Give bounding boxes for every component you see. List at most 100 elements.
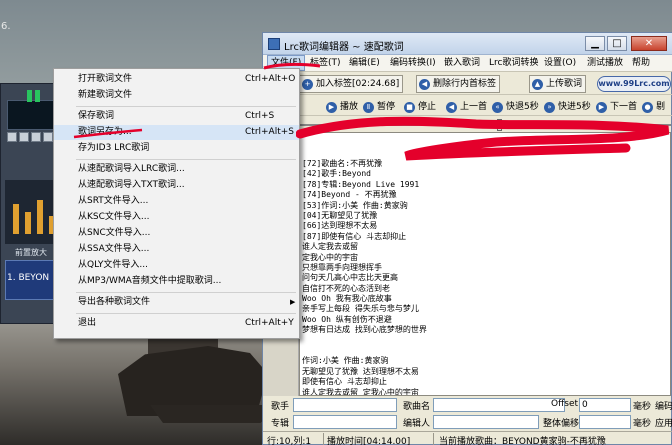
file-menu-item[interactable]: 存为ID3 LRC歌词 [54,141,299,156]
menu-separator [76,159,296,160]
file-menu-item[interactable]: 保存歌词 Ctrl+S [54,109,299,124]
player-button[interactable] [19,132,29,142]
maximize-button[interactable]: □ [607,36,627,51]
player-display [7,100,55,130]
lyrics-line: Woo Oh 纵有创伤不退避 [302,314,392,324]
player-button[interactable] [43,132,53,142]
file-menu-item-label: 存为ID3 LRC歌词 [78,143,150,153]
file-menu-item-label: 从速配歌词导入TXT歌词... [78,180,185,190]
menu-encoding[interactable]: 编码转换(I) [387,55,439,71]
album-label: 专辑 [271,419,290,429]
editor-label: 编辑人 [403,419,431,429]
player-spectrum [27,90,32,102]
file-menu-item[interactable]: 从速配歌词导入LRC歌词... [54,162,299,177]
lyrics-line: [04]无聊望见了犹豫 [302,210,378,220]
offset-unit: 毫秒 [633,402,652,412]
file-menu-item-shortcut: Ctrl+Alt+Y [245,318,294,328]
file-menu-item-label: 导出各种歌词文件 [78,297,151,307]
file-menu-item[interactable]: 从KSC文件导入... [54,210,299,225]
close-button[interactable]: ✕ [631,36,667,51]
album-input[interactable] [293,415,397,429]
arrow-left-icon: ◀ [419,79,430,90]
lyrics-line: 即使有信心 斗志却抑止 [302,377,387,387]
now-playing: 当前播放歌曲：BEYOND黄家驹-不再犹豫 [439,437,606,445]
file-menu-item-shortcut: Ctrl+Alt+O [245,74,296,84]
status-bar: 行:10,列:1 播放时间[04:14.00] 当前播放歌曲：BEYOND黄家驹… [263,431,672,445]
desktop-corner-text: 6. [1,21,11,32]
file-menu-item[interactable]: 从SNC文件导入... [54,226,299,241]
file-menu-item[interactable]: 从SRT文件导入... [54,194,299,209]
file-menu-item-label: 从QLY文件导入... [78,260,148,270]
file-menu-item-label: 退出 [78,318,97,328]
lyrics-line: 谁人定我去或留 [302,242,358,252]
add-tag-button[interactable]: + 加入标签[02:24.68] [299,75,404,93]
lyrics-line: [66]达到理想不太易 [302,221,378,231]
file-menu-item-label: 打开歌词文件 [78,74,133,84]
upload-icon: ▲ [532,79,543,90]
lyrics-line: Woo Oh 我有我心底故事 [302,294,392,304]
file-menu-item-shortcut: Ctrl+S [245,111,275,121]
singer-label: 歌手 [271,402,290,412]
song-label: 歌曲名 [403,402,431,412]
file-menu-item-label: 从速配歌词导入LRC歌词... [78,164,185,174]
remove-tags-button[interactable]: ◀ 删除行内首标签 [416,75,501,93]
lyrics-line: 自信打不死的心态活到老 [302,283,390,293]
annotation-scribble [296,116,670,161]
file-menu-item-label: 从MP3/WMA音频文件中提取歌词... [78,276,222,286]
file-menu-item[interactable]: 打开歌词文件 Ctrl+Alt+O [54,72,299,87]
player-controls[interactable] [7,132,55,144]
menu-bar: 文件(F) 标签(T) 编辑(E) 编码转换(I) 嵌入歌词 Lrc歌词转换 设… [263,55,672,72]
equalizer-label: 前置放大 [15,248,47,257]
status-separator [433,433,434,445]
lyrics-editor-textarea[interactable]: [72]歌曲名:不再犹豫 [42]歌手:Beyond [78]专辑:Beyond L… [299,132,671,396]
player-button[interactable] [31,132,41,142]
menu-test-play[interactable]: 测试播放 [584,55,626,71]
player-equalizer[interactable] [5,180,57,244]
menu-lrc-convert[interactable]: Lrc歌词转换 [486,55,541,71]
file-menu-item[interactable]: 退出 Ctrl+Alt+Y [54,316,299,331]
file-menu-item[interactable]: 从MP3/WMA音频文件中提取歌词... [54,274,299,289]
title-bar[interactable]: Lrc歌词编辑器 ~ 速配歌词 ▁ □ ✕ [263,33,672,55]
file-menu-item-shortcut: Ctrl+Alt+S [245,127,294,137]
file-menu-item-label: 保存歌词 [78,111,115,121]
file-menu-dropdown: 打开歌词文件 Ctrl+Alt+O 新建歌词文件 保存歌词 Ctrl+S 歌词另存为...… [53,68,300,339]
file-menu-item-label: 新建歌词文件 [78,90,133,100]
lyrics-line: 问句天几高心中志比天更高 [302,273,398,283]
lyrics-line [302,346,670,356]
global-offset-label: 整体偏移 [543,419,580,429]
lyrics-line: 梦想有日达成 找到心底梦想的世界 [302,325,427,335]
encode-label[interactable]: 编码 [655,399,672,412]
menu-edit[interactable]: 编辑(E) [346,55,383,71]
file-menu-item[interactable]: 新建歌词文件 [54,88,299,103]
minimize-button[interactable]: ▁ [585,36,605,51]
apply-button[interactable]: 应用 [655,416,672,429]
file-menu-item[interactable]: 导出各种歌词文件 ▶ [54,295,299,310]
app-icon [268,38,280,50]
menu-embed[interactable]: 嵌入歌词 [441,55,483,71]
file-menu-item[interactable]: 从QLY文件导入... [54,258,299,273]
offset-label: Offset [551,399,579,409]
lyrics-line: 亲手写上每段 得失乐与悲与梦儿 [302,304,419,314]
editor-input[interactable] [433,415,539,429]
file-menu-item[interactable]: 从SSA文件导入... [54,242,299,257]
lyrics-line: [42]歌手:Beyond [302,169,371,179]
file-menu-item-label: 从KSC文件导入... [78,212,150,222]
player-button[interactable] [7,132,17,142]
playlist-item[interactable]: 1. BEYON [7,273,49,283]
global-offset-input[interactable] [579,415,631,429]
background-boat-hull [150,405,280,423]
lyrics-line: [78]专辑:Beyond Live 1991 [302,179,420,189]
file-menu-item[interactable]: 从速配歌词导入TXT歌词... [54,178,299,193]
lyrics-line: 只想靠两手向理想挥手 [302,262,382,272]
song-input[interactable] [433,398,565,412]
menu-settings[interactable]: 设置(O) [541,55,579,71]
upload-button[interactable]: ▲ 上传歌词 [529,75,587,93]
media-player-window[interactable]: 前置放大 1. BEYON [0,83,60,324]
site-logo-button[interactable]: www.99Lrc.com [597,76,671,92]
status-separator [323,433,324,445]
offset-input[interactable]: 0 [579,398,631,412]
singer-input[interactable] [293,398,397,412]
play-time: 播放时间[04:14.00] [327,437,411,445]
menu-help[interactable]: 帮助 [629,55,653,71]
lyrics-line: 作词:小美 作曲:黄家驹 [302,356,389,366]
